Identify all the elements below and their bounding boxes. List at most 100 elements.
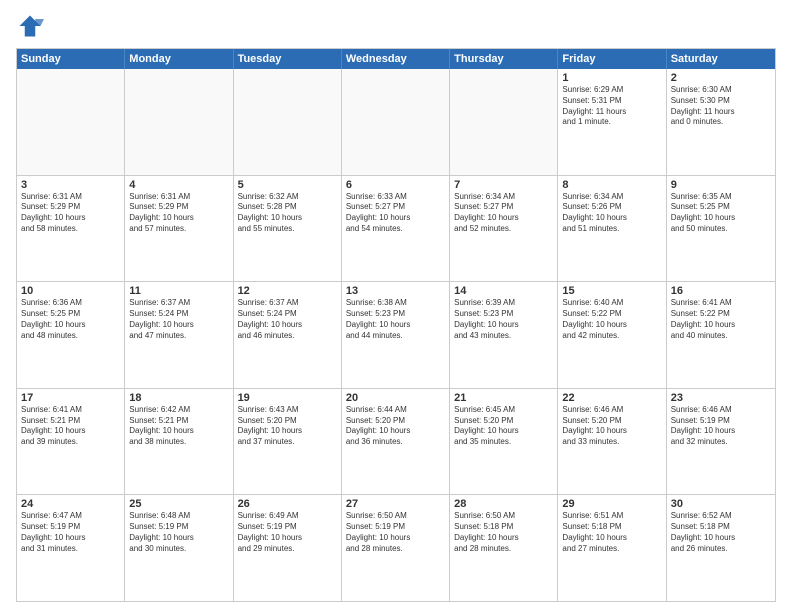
day-info: Sunrise: 6:42 AM Sunset: 5:21 PM Dayligh…: [129, 405, 228, 448]
day-number: 25: [129, 498, 228, 510]
day-number: 27: [346, 498, 445, 510]
day-info: Sunrise: 6:32 AM Sunset: 5:28 PM Dayligh…: [238, 192, 337, 235]
cal-cell-day-25: 25Sunrise: 6:48 AM Sunset: 5:19 PM Dayli…: [125, 495, 233, 601]
day-number: 30: [671, 498, 771, 510]
day-number: 2: [671, 72, 771, 84]
logo: [16, 12, 48, 40]
day-number: 26: [238, 498, 337, 510]
cal-cell-day-15: 15Sunrise: 6:40 AM Sunset: 5:22 PM Dayli…: [558, 282, 666, 388]
day-number: 5: [238, 179, 337, 191]
day-info: Sunrise: 6:35 AM Sunset: 5:25 PM Dayligh…: [671, 192, 771, 235]
day-number: 29: [562, 498, 661, 510]
day-number: 1: [562, 72, 661, 84]
cal-week-1: 1Sunrise: 6:29 AM Sunset: 5:31 PM Daylig…: [17, 69, 775, 175]
cal-cell-day-3: 3Sunrise: 6:31 AM Sunset: 5:29 PM Daylig…: [17, 176, 125, 282]
day-number: 21: [454, 392, 553, 404]
cal-cell-day-26: 26Sunrise: 6:49 AM Sunset: 5:19 PM Dayli…: [234, 495, 342, 601]
cal-week-4: 17Sunrise: 6:41 AM Sunset: 5:21 PM Dayli…: [17, 388, 775, 495]
cal-cell-day-6: 6Sunrise: 6:33 AM Sunset: 5:27 PM Daylig…: [342, 176, 450, 282]
cal-header-sunday: Sunday: [17, 49, 125, 69]
cal-cell-empty: [234, 69, 342, 175]
day-info: Sunrise: 6:46 AM Sunset: 5:19 PM Dayligh…: [671, 405, 771, 448]
cal-cell-day-24: 24Sunrise: 6:47 AM Sunset: 5:19 PM Dayli…: [17, 495, 125, 601]
cal-cell-empty: [17, 69, 125, 175]
day-info: Sunrise: 6:51 AM Sunset: 5:18 PM Dayligh…: [562, 511, 661, 554]
cal-cell-day-1: 1Sunrise: 6:29 AM Sunset: 5:31 PM Daylig…: [558, 69, 666, 175]
cal-week-3: 10Sunrise: 6:36 AM Sunset: 5:25 PM Dayli…: [17, 281, 775, 388]
cal-cell-day-2: 2Sunrise: 6:30 AM Sunset: 5:30 PM Daylig…: [667, 69, 775, 175]
day-info: Sunrise: 6:31 AM Sunset: 5:29 PM Dayligh…: [21, 192, 120, 235]
day-number: 8: [562, 179, 661, 191]
day-info: Sunrise: 6:41 AM Sunset: 5:21 PM Dayligh…: [21, 405, 120, 448]
day-number: 11: [129, 285, 228, 297]
cal-cell-day-22: 22Sunrise: 6:46 AM Sunset: 5:20 PM Dayli…: [558, 389, 666, 495]
day-number: 16: [671, 285, 771, 297]
cal-header-monday: Monday: [125, 49, 233, 69]
day-info: Sunrise: 6:30 AM Sunset: 5:30 PM Dayligh…: [671, 85, 771, 128]
day-info: Sunrise: 6:34 AM Sunset: 5:26 PM Dayligh…: [562, 192, 661, 235]
cal-header-tuesday: Tuesday: [234, 49, 342, 69]
day-number: 19: [238, 392, 337, 404]
day-info: Sunrise: 6:33 AM Sunset: 5:27 PM Dayligh…: [346, 192, 445, 235]
cal-cell-day-21: 21Sunrise: 6:45 AM Sunset: 5:20 PM Dayli…: [450, 389, 558, 495]
cal-cell-day-4: 4Sunrise: 6:31 AM Sunset: 5:29 PM Daylig…: [125, 176, 233, 282]
cal-cell-day-20: 20Sunrise: 6:44 AM Sunset: 5:20 PM Dayli…: [342, 389, 450, 495]
cal-header-thursday: Thursday: [450, 49, 558, 69]
day-info: Sunrise: 6:43 AM Sunset: 5:20 PM Dayligh…: [238, 405, 337, 448]
day-info: Sunrise: 6:47 AM Sunset: 5:19 PM Dayligh…: [21, 511, 120, 554]
day-number: 9: [671, 179, 771, 191]
cal-header-wednesday: Wednesday: [342, 49, 450, 69]
day-info: Sunrise: 6:29 AM Sunset: 5:31 PM Dayligh…: [562, 85, 661, 128]
day-info: Sunrise: 6:52 AM Sunset: 5:18 PM Dayligh…: [671, 511, 771, 554]
logo-icon: [16, 12, 44, 40]
day-number: 20: [346, 392, 445, 404]
cal-cell-empty: [125, 69, 233, 175]
day-info: Sunrise: 6:50 AM Sunset: 5:18 PM Dayligh…: [454, 511, 553, 554]
day-number: 23: [671, 392, 771, 404]
cal-cell-day-13: 13Sunrise: 6:38 AM Sunset: 5:23 PM Dayli…: [342, 282, 450, 388]
cal-cell-day-28: 28Sunrise: 6:50 AM Sunset: 5:18 PM Dayli…: [450, 495, 558, 601]
cal-header-friday: Friday: [558, 49, 666, 69]
day-info: Sunrise: 6:31 AM Sunset: 5:29 PM Dayligh…: [129, 192, 228, 235]
day-number: 15: [562, 285, 661, 297]
day-info: Sunrise: 6:45 AM Sunset: 5:20 PM Dayligh…: [454, 405, 553, 448]
day-info: Sunrise: 6:39 AM Sunset: 5:23 PM Dayligh…: [454, 298, 553, 341]
day-number: 22: [562, 392, 661, 404]
day-info: Sunrise: 6:34 AM Sunset: 5:27 PM Dayligh…: [454, 192, 553, 235]
cal-cell-day-19: 19Sunrise: 6:43 AM Sunset: 5:20 PM Dayli…: [234, 389, 342, 495]
day-number: 17: [21, 392, 120, 404]
day-number: 3: [21, 179, 120, 191]
calendar-header-row: SundayMondayTuesdayWednesdayThursdayFrid…: [17, 49, 775, 69]
header: [16, 12, 776, 40]
day-number: 24: [21, 498, 120, 510]
cal-cell-day-10: 10Sunrise: 6:36 AM Sunset: 5:25 PM Dayli…: [17, 282, 125, 388]
day-number: 10: [21, 285, 120, 297]
cal-cell-day-30: 30Sunrise: 6:52 AM Sunset: 5:18 PM Dayli…: [667, 495, 775, 601]
day-number: 14: [454, 285, 553, 297]
cal-header-saturday: Saturday: [667, 49, 775, 69]
cal-cell-day-7: 7Sunrise: 6:34 AM Sunset: 5:27 PM Daylig…: [450, 176, 558, 282]
day-info: Sunrise: 6:46 AM Sunset: 5:20 PM Dayligh…: [562, 405, 661, 448]
cal-cell-day-8: 8Sunrise: 6:34 AM Sunset: 5:26 PM Daylig…: [558, 176, 666, 282]
day-info: Sunrise: 6:41 AM Sunset: 5:22 PM Dayligh…: [671, 298, 771, 341]
day-info: Sunrise: 6:44 AM Sunset: 5:20 PM Dayligh…: [346, 405, 445, 448]
day-info: Sunrise: 6:37 AM Sunset: 5:24 PM Dayligh…: [129, 298, 228, 341]
cal-cell-day-16: 16Sunrise: 6:41 AM Sunset: 5:22 PM Dayli…: [667, 282, 775, 388]
cal-cell-day-29: 29Sunrise: 6:51 AM Sunset: 5:18 PM Dayli…: [558, 495, 666, 601]
cal-cell-day-9: 9Sunrise: 6:35 AM Sunset: 5:25 PM Daylig…: [667, 176, 775, 282]
day-info: Sunrise: 6:36 AM Sunset: 5:25 PM Dayligh…: [21, 298, 120, 341]
cal-cell-day-11: 11Sunrise: 6:37 AM Sunset: 5:24 PM Dayli…: [125, 282, 233, 388]
calendar-body: 1Sunrise: 6:29 AM Sunset: 5:31 PM Daylig…: [17, 69, 775, 601]
day-number: 4: [129, 179, 228, 191]
cal-cell-empty: [450, 69, 558, 175]
day-number: 6: [346, 179, 445, 191]
cal-week-5: 24Sunrise: 6:47 AM Sunset: 5:19 PM Dayli…: [17, 494, 775, 601]
day-number: 12: [238, 285, 337, 297]
cal-cell-day-18: 18Sunrise: 6:42 AM Sunset: 5:21 PM Dayli…: [125, 389, 233, 495]
day-info: Sunrise: 6:38 AM Sunset: 5:23 PM Dayligh…: [346, 298, 445, 341]
cal-cell-day-14: 14Sunrise: 6:39 AM Sunset: 5:23 PM Dayli…: [450, 282, 558, 388]
cal-cell-day-5: 5Sunrise: 6:32 AM Sunset: 5:28 PM Daylig…: [234, 176, 342, 282]
cal-cell-day-12: 12Sunrise: 6:37 AM Sunset: 5:24 PM Dayli…: [234, 282, 342, 388]
day-number: 7: [454, 179, 553, 191]
cal-week-2: 3Sunrise: 6:31 AM Sunset: 5:29 PM Daylig…: [17, 175, 775, 282]
